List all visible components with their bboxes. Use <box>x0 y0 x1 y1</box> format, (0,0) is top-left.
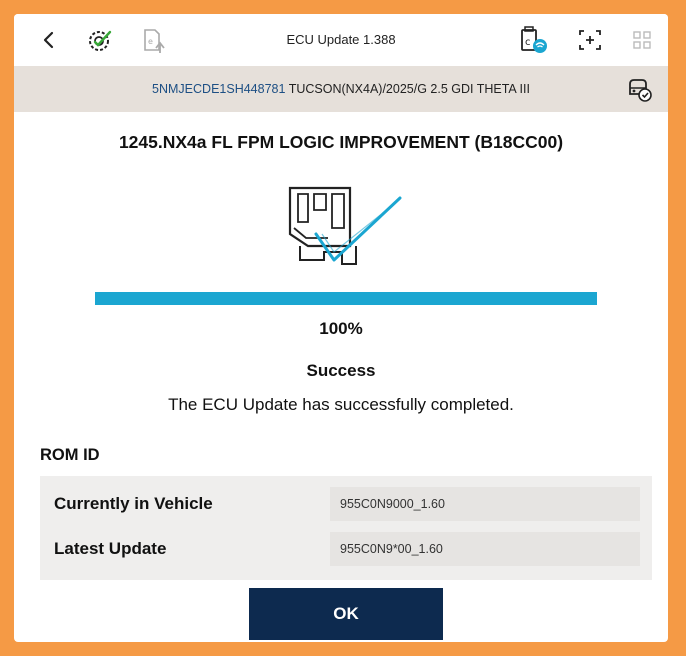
ecu-update-success-icon <box>276 182 406 279</box>
device-wifi-icon[interactable]: c <box>516 26 550 54</box>
rom-row-label-latest: Latest Update <box>54 539 167 558</box>
rom-row-label-current: Currently in Vehicle <box>54 494 213 513</box>
export-icon[interactable]: e <box>138 26 168 54</box>
progress-fill <box>95 292 597 305</box>
vehicle-status-icon[interactable] <box>626 76 654 104</box>
vehicle-model: TUCSON(NX4A)/2025/G 2.5 GDI THETA III <box>288 82 530 96</box>
top-bar: ECU Update 1.388 e c <box>14 14 668 66</box>
progress-percent: 100% <box>319 319 363 338</box>
rom-id-table: Currently in Vehicle 955C0N9000_1.60 Lat… <box>40 476 652 580</box>
vehicle-info-bar: 5NMJECDE1SH448781 TUCSON(NX4A)/2025/G 2.… <box>14 66 668 112</box>
back-icon[interactable] <box>38 26 60 54</box>
progress-bar <box>95 292 597 305</box>
rom-value-latest: 955C0N9*00_1.60 <box>330 532 640 566</box>
rom-value-current: 955C0N9000_1.60 <box>330 487 640 521</box>
app-window: ECU Update 1.388 e c 5NMJECDE1SH448781 T… <box>14 14 668 642</box>
svg-text:c: c <box>525 37 531 48</box>
svg-text:e: e <box>148 37 153 46</box>
rom-id-heading: ROM ID <box>40 446 100 464</box>
grid-icon[interactable] <box>630 26 654 54</box>
capture-icon[interactable] <box>576 26 604 54</box>
ecu-gear-check-icon[interactable] <box>84 26 118 54</box>
status-text: Success <box>306 361 376 380</box>
vin-number: 5NMJECDE1SH448781 <box>152 82 286 96</box>
ok-button[interactable]: OK <box>249 588 443 640</box>
status-message: The ECU Update has successfully complete… <box>168 395 514 414</box>
update-title: 1245.NX4a FL FPM LOGIC IMPROVEMENT (B18C… <box>118 132 564 152</box>
